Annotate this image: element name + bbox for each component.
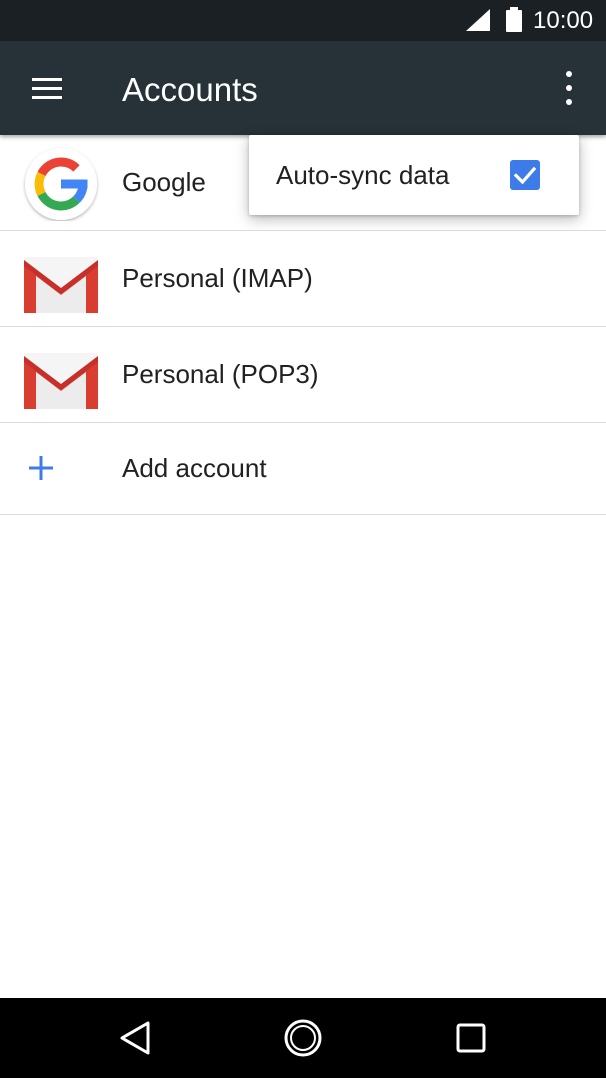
overflow-menu: Auto-sync data — [249, 135, 579, 215]
battery-icon — [505, 7, 523, 38]
account-label: Personal (POP3) — [122, 359, 319, 389]
signal-icon — [464, 8, 492, 37]
auto-sync-menu-item[interactable]: Auto-sync data — [249, 135, 579, 215]
auto-sync-label: Auto-sync data — [276, 160, 450, 190]
page-title: Accounts — [122, 71, 258, 108]
status-bar: 10:00 — [0, 0, 606, 41]
app-toolbar: Accounts — [0, 41, 606, 135]
overflow-menu-button[interactable] — [548, 63, 590, 113]
gmail-icon — [22, 243, 100, 317]
gmail-icon — [22, 339, 100, 413]
back-icon — [120, 1021, 150, 1055]
account-label: Google — [122, 167, 206, 197]
account-row-personal-imap[interactable]: Personal (IMAP) — [0, 231, 606, 327]
account-label: Personal (IMAP) — [122, 263, 313, 293]
recents-button[interactable] — [449, 1016, 493, 1060]
google-icon — [22, 147, 100, 221]
auto-sync-checkbox[interactable] — [510, 160, 540, 190]
more-vert-icon — [566, 71, 572, 105]
navigation-menu-button[interactable] — [20, 66, 74, 110]
add-account-label: Add account — [122, 453, 267, 483]
hamburger-menu-icon — [32, 78, 62, 99]
recents-icon — [456, 1023, 486, 1053]
plus-icon — [26, 453, 56, 483]
navigation-bar — [0, 998, 606, 1078]
home-button[interactable] — [281, 1016, 325, 1060]
back-button[interactable] — [113, 1016, 157, 1060]
status-clock: 10:00 — [533, 7, 594, 34]
account-row-personal-pop3[interactable]: Personal (POP3) — [0, 327, 606, 423]
add-account-row[interactable]: Add account — [0, 423, 606, 515]
home-icon — [284, 1019, 322, 1057]
checkmark-icon — [513, 166, 537, 185]
